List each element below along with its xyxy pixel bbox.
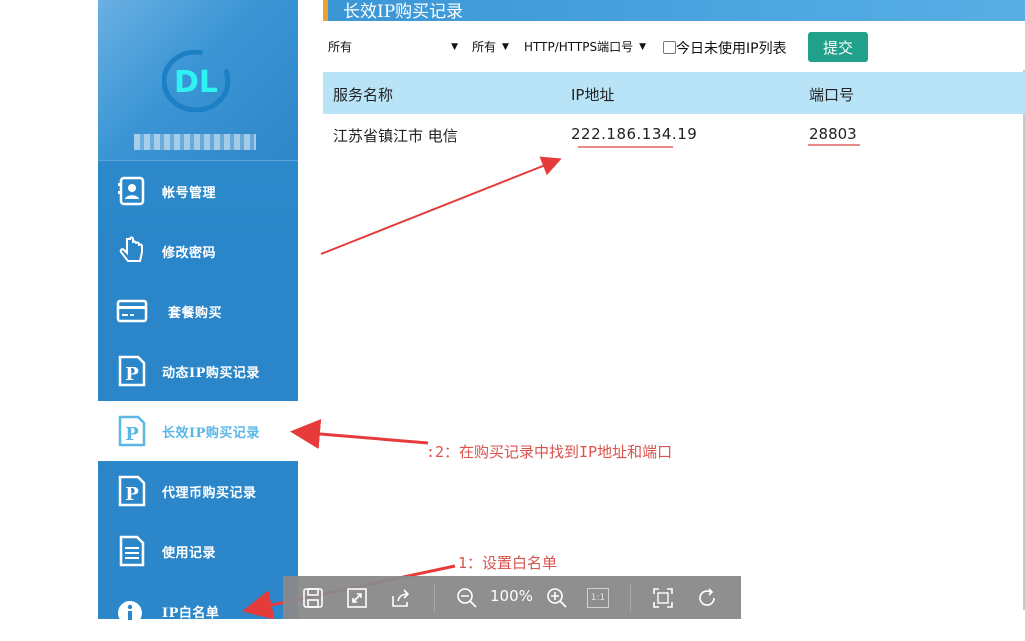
sidebar-item-account[interactable]: 帐号管理 <box>98 161 298 221</box>
unused-today-label: 今日未使用IP列表 <box>676 41 787 57</box>
save-icon[interactable] <box>301 586 325 610</box>
caret-down-icon: ▼ <box>502 41 509 52</box>
svg-text:P: P <box>125 484 139 505</box>
sidebar-item-password[interactable]: 修改密码 <box>98 221 298 281</box>
column-header-service: 服务名称 <box>333 86 394 104</box>
svg-text:P: P <box>125 364 139 385</box>
viewer-toolbar: 100% 1:1 <box>283 576 741 619</box>
sidebar: DL 帐号管理 修改密码 套餐购买 P 动态IP购买记录 P 长效IP购买记录 … <box>98 0 298 625</box>
sidebar-item-usage[interactable]: 使用记录 <box>98 521 298 581</box>
submit-button[interactable]: 提交 <box>808 32 868 62</box>
sidebar-item-label: 帐号管理 <box>162 185 217 201</box>
sidebar-item-label: 代理币购买记录 <box>162 485 257 501</box>
cell-ip: 222.186.134.19 <box>571 125 698 140</box>
sidebar-item-label: 动态IP购买记录 <box>162 365 260 381</box>
column-header-port: 端口号 <box>809 86 855 104</box>
sidebar-item-dynamic-ip[interactable]: P 动态IP购买记录 <box>98 341 298 401</box>
document-icon <box>119 535 145 567</box>
hand-pointer-icon <box>119 236 143 262</box>
sidebar-item-label: 套餐购买 <box>168 305 223 321</box>
filter-select-3-value: HTTP/HTTPS端口号 <box>524 40 634 54</box>
unused-today-checkbox[interactable] <box>663 41 676 54</box>
sidebar-item-label: 长效IP购买记录 <box>162 425 260 441</box>
filter-select-2[interactable]: 所有 ▼ <box>472 38 509 55</box>
credit-card-icon <box>116 299 148 323</box>
filter-select-2-value: 所有 <box>472 40 497 54</box>
logo-text: DL <box>174 65 218 100</box>
filter-select-1-value: 所有 <box>328 40 353 54</box>
parking-p-icon: P <box>118 355 146 387</box>
annotation-step1: 1：设置白名单 <box>458 554 558 572</box>
table-header: 服务名称 IP地址 端口号 <box>323 72 1025 114</box>
page-title-bar: 长效IP购买记录 <box>323 0 1025 22</box>
zoom-in-icon[interactable] <box>545 586 569 610</box>
cell-service: 江苏省镇江市 电信 <box>333 127 458 145</box>
port-underline-annotation <box>808 144 860 146</box>
svg-text:P: P <box>125 424 139 445</box>
arrow-to-ip <box>320 156 562 255</box>
fullscreen-icon[interactable] <box>651 586 675 610</box>
share-icon[interactable] <box>389 586 413 610</box>
toolbar-separator <box>630 584 631 612</box>
rotate-icon[interactable] <box>695 586 719 610</box>
zoom-out-icon[interactable] <box>455 586 479 610</box>
filter-select-3[interactable]: HTTP/HTTPS端口号 ▼ <box>524 38 646 55</box>
cell-port: 28803 <box>809 125 857 140</box>
filter-select-1[interactable]: 所有 ▼ <box>328 38 458 55</box>
logo-icon: DL <box>162 50 230 112</box>
sidebar-item-longterm-ip[interactable]: P 长效IP购买记录 <box>98 401 298 461</box>
zoom-level: 100% <box>490 587 533 605</box>
contact-card-icon <box>118 176 145 206</box>
actual-size-button[interactable]: 1:1 <box>587 588 609 608</box>
fit-window-icon[interactable] <box>345 586 369 610</box>
parking-p-icon: P <box>118 415 146 447</box>
sidebar-item-whitelist[interactable]: IP白名单 <box>98 581 298 641</box>
column-header-ip: IP地址 <box>571 86 615 104</box>
caret-down-icon: ▼ <box>451 41 458 52</box>
page-title: 长效IP购买记录 <box>343 2 464 22</box>
sidebar-item-label: 使用记录 <box>162 545 217 561</box>
arrow-to-longterm <box>290 419 429 449</box>
caret-down-icon: ▼ <box>639 41 647 52</box>
ip-underline-annotation <box>578 146 673 148</box>
info-icon <box>118 601 142 625</box>
sidebar-item-label: 修改密码 <box>162 245 217 261</box>
sidebar-item-label: IP白名单 <box>162 605 220 621</box>
sidebar-item-coin[interactable]: P 代理币购买记录 <box>98 461 298 521</box>
sidebar-item-package[interactable]: 套餐购买 <box>98 281 298 341</box>
toolbar-separator <box>434 584 435 612</box>
annotation-step2: :2：在购买记录中找到IP地址和端口 <box>426 443 673 461</box>
logo-area: DL <box>98 0 298 161</box>
parking-p-icon: P <box>118 475 146 507</box>
user-name-blurred <box>134 134 256 150</box>
